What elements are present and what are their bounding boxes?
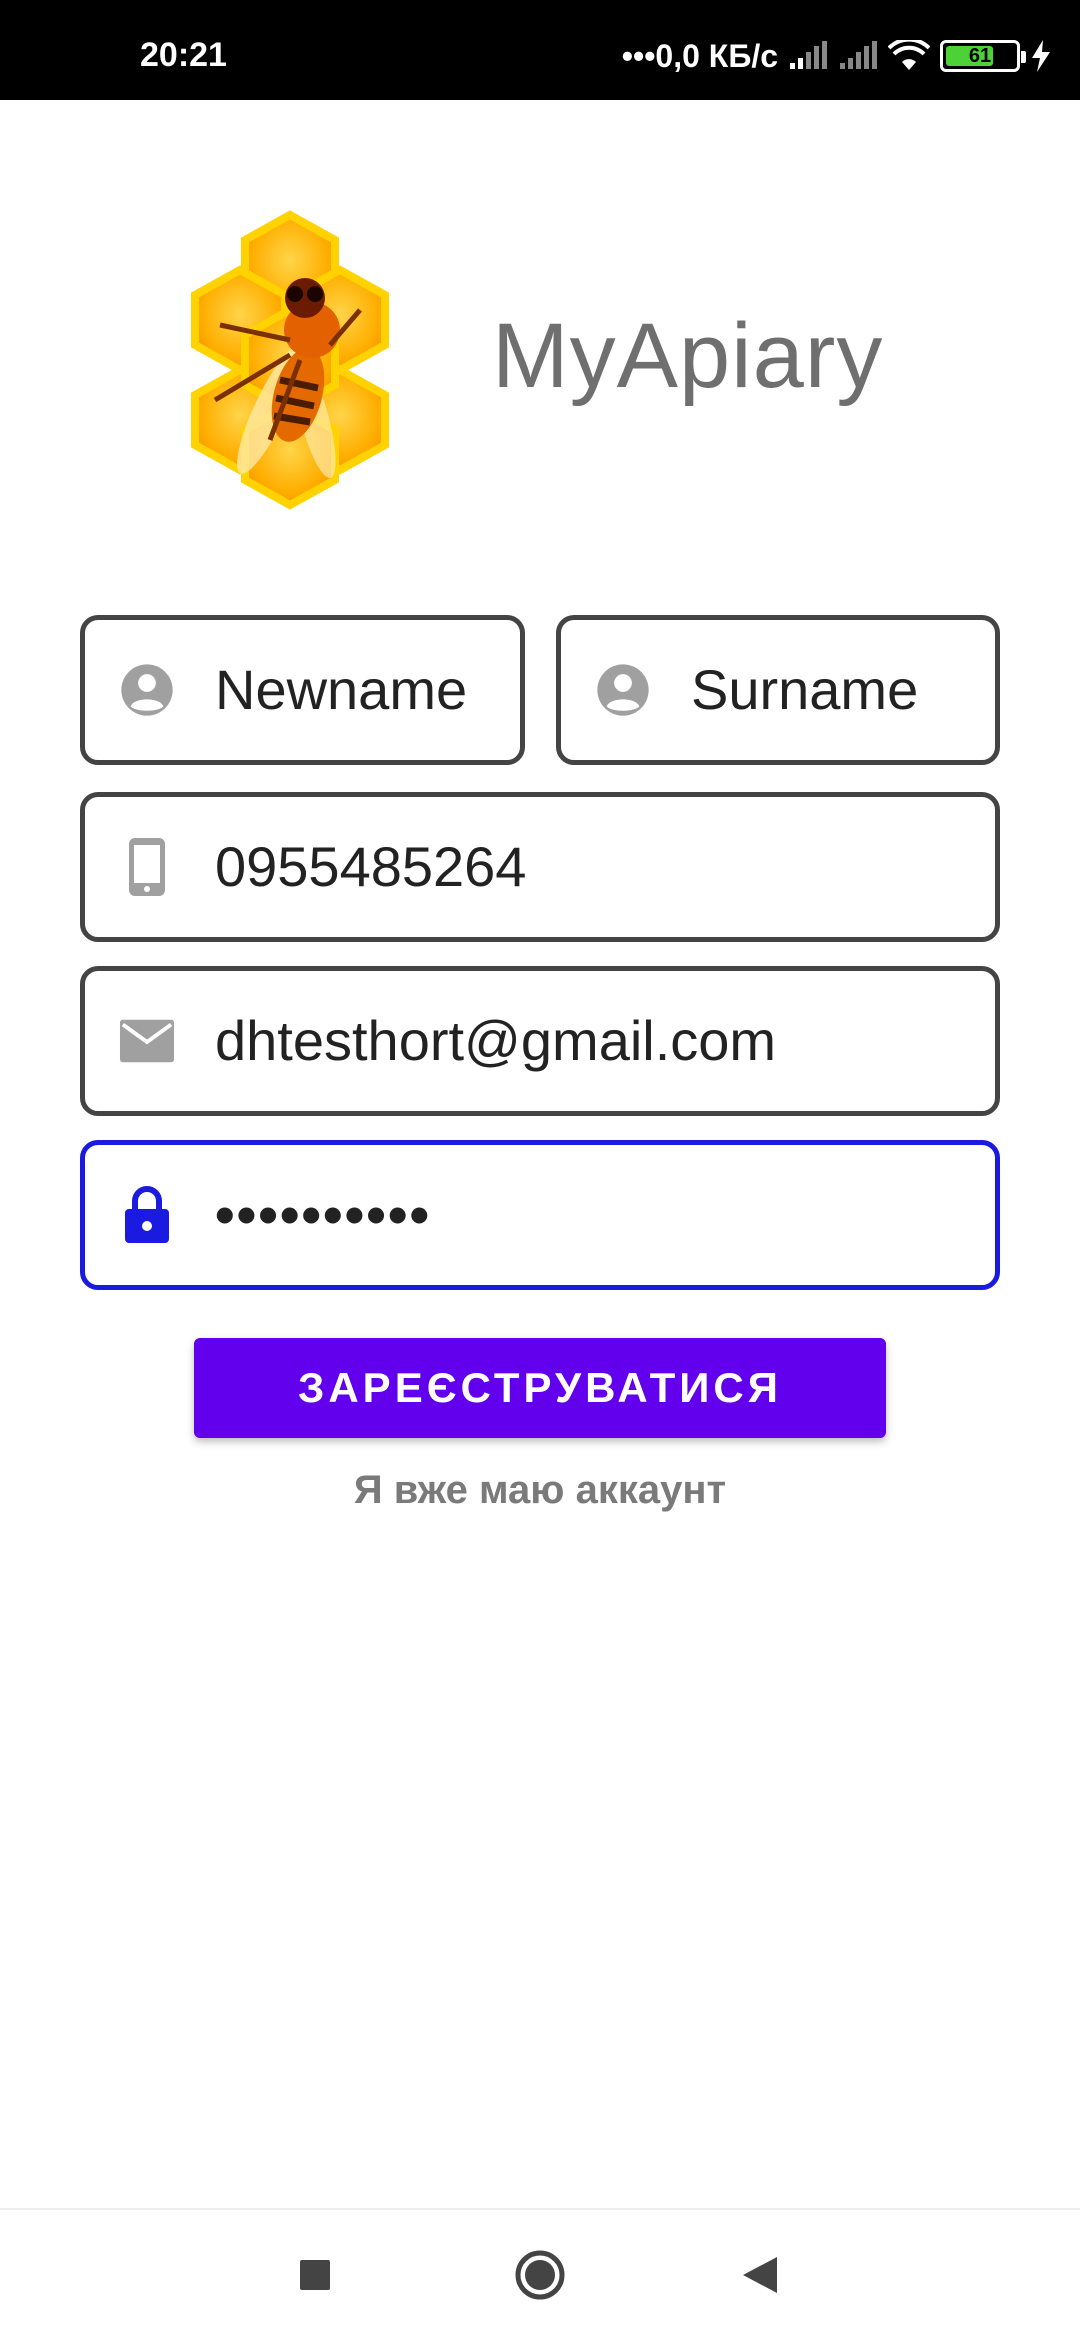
email-value: dhtesthort@gmail.com <box>215 1009 777 1072</box>
home-button[interactable] <box>505 2240 575 2310</box>
password-value: •••••••••• <box>215 1183 432 1246</box>
signal-icon-2 <box>840 41 877 69</box>
person-icon <box>119 662 175 718</box>
network-speed: •••0,0 КБ/с <box>621 38 778 74</box>
lock-icon <box>119 1186 175 1243</box>
status-time: 20:21 <box>140 36 227 74</box>
navigation-bar <box>0 2210 1080 2340</box>
password-field[interactable]: •••••••••• <box>80 1140 1000 1290</box>
surname-value: Surname <box>691 658 919 721</box>
back-button[interactable] <box>725 2240 795 2310</box>
app-title: MyApiary <box>492 305 884 407</box>
battery-level: 61 <box>968 45 992 67</box>
wifi-icon <box>888 40 930 70</box>
app-logo <box>150 210 430 510</box>
back-triangle-icon <box>743 2257 777 2293</box>
register-button[interactable]: ЗАРЕЄСТРУВАТИСЯ <box>194 1338 886 1438</box>
email-field[interactable]: dhtesthort@gmail.com <box>80 966 1000 1116</box>
status-bar: 20:21 •••0,0 КБ/с 61 <box>0 0 1080 100</box>
person-icon <box>595 662 651 718</box>
battery-icon: 61 <box>940 40 1026 72</box>
charging-icon <box>1032 40 1050 72</box>
circle-icon <box>515 2250 565 2300</box>
existing-account-link[interactable]: Я вже маю аккаунт <box>0 1468 1080 1513</box>
phone-value: 0955485264 <box>215 835 527 898</box>
mail-icon <box>119 1013 175 1069</box>
first-name-field[interactable]: Newname <box>80 615 525 765</box>
square-icon <box>300 2260 330 2290</box>
status-indicators: •••0,0 КБ/с 61 <box>622 40 1052 72</box>
phone-icon <box>119 838 175 896</box>
phone-field[interactable]: 0955485264 <box>80 792 1000 942</box>
surname-field[interactable]: Surname <box>556 615 1000 765</box>
bee-honeycomb-icon <box>191 210 389 510</box>
recent-apps-button[interactable] <box>280 2240 350 2310</box>
first-name-value: Newname <box>215 658 468 721</box>
signal-icon <box>790 41 827 69</box>
